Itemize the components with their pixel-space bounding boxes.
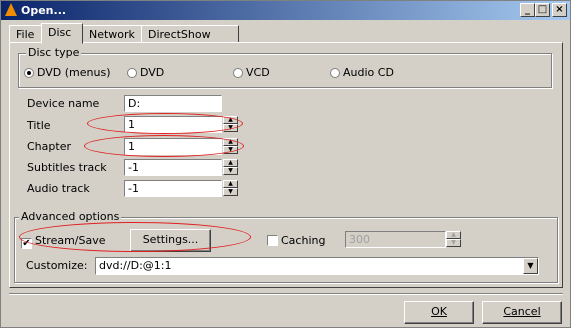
close-button[interactable]: × (552, 3, 567, 17)
chapter-spinner[interactable]: ▲ ▼ (223, 138, 238, 155)
subtitles-track-spinner[interactable]: ▲ ▼ (223, 159, 238, 176)
radio-dvd-menus[interactable]: DVD (menus) (24, 66, 111, 80)
device-name-field[interactable]: D: (124, 95, 222, 112)
separator (9, 293, 563, 295)
radio-dvd[interactable]: DVD (127, 66, 164, 80)
disc-panel: Disc type DVD (menus) DVD VCD Audio CD D… (9, 42, 563, 288)
disc-type-legend: Disc type (26, 46, 82, 59)
disc-type-group: Disc type DVD (menus) DVD VCD Audio CD (18, 46, 552, 88)
cancel-button-label: Cancel (503, 305, 541, 318)
advanced-options-legend: Advanced options (19, 210, 122, 223)
radio-icon (127, 68, 137, 78)
customize-label: Customize: (26, 259, 88, 272)
radio-dvd-label: DVD (140, 66, 165, 79)
open-dialog: Open... _ □ × File Disc Network DirectSh… (0, 0, 571, 328)
radio-icon (233, 68, 243, 78)
maximize-button[interactable]: □ (535, 3, 550, 17)
subtitles-track-field[interactable]: -1 (124, 159, 222, 176)
radio-audio-cd[interactable]: Audio CD (330, 66, 394, 80)
stream-save-checkbox[interactable]: ✔ Stream/Save (21, 234, 106, 249)
caching-spinner[interactable]: ▲ ▼ (446, 231, 461, 248)
ok-button-label: OK (431, 305, 447, 318)
caching-field[interactable]: 300 (345, 231, 446, 248)
spin-down-icon[interactable]: ▼ (223, 124, 238, 132)
caching-label: Caching (281, 234, 326, 247)
spin-down-icon[interactable]: ▼ (223, 188, 238, 196)
window-title: Open... (21, 4, 67, 17)
title-label: Title (27, 119, 51, 132)
stream-save-label: Stream/Save (35, 234, 106, 247)
radio-dvd-menus-label: DVD (menus) (37, 66, 111, 79)
radio-audio-cd-label: Audio CD (343, 66, 394, 79)
ok-button[interactable]: OK (404, 301, 474, 324)
title-bar[interactable]: Open... _ □ × (1, 1, 570, 20)
spin-up-icon[interactable]: ▲ (446, 231, 461, 239)
audio-track-label: Audio track (27, 182, 90, 195)
cancel-button[interactable]: Cancel (482, 301, 562, 324)
spin-up-icon[interactable]: ▲ (223, 159, 238, 167)
tab-file[interactable]: File (9, 25, 43, 43)
checkmark-icon: ✔ (21, 238, 32, 249)
minimize-button[interactable]: _ (520, 3, 535, 17)
title-field[interactable]: 1 (124, 116, 222, 133)
radio-icon (330, 68, 340, 78)
audio-track-field[interactable]: -1 (124, 180, 222, 197)
spin-up-icon[interactable]: ▲ (223, 180, 238, 188)
vlc-cone-icon (5, 3, 17, 16)
spin-down-icon[interactable]: ▼ (446, 239, 461, 247)
spin-down-icon[interactable]: ▼ (223, 146, 238, 154)
radio-selected-icon (24, 68, 34, 78)
radio-vcd[interactable]: VCD (233, 66, 270, 80)
spin-up-icon[interactable]: ▲ (223, 116, 238, 124)
tab-directshow[interactable]: DirectShow (141, 25, 239, 43)
title-spinner[interactable]: ▲ ▼ (223, 116, 238, 133)
device-name-label: Device name (27, 97, 100, 110)
tab-disc[interactable]: Disc (41, 23, 83, 44)
checkbox-icon (267, 235, 278, 246)
subtitles-track-label: Subtitles track (27, 161, 107, 174)
customize-value[interactable]: dvd://D:@1:1 (99, 259, 171, 272)
settings-button[interactable]: Settings... (130, 229, 211, 252)
spin-down-icon[interactable]: ▼ (223, 167, 238, 175)
dropdown-arrow-icon[interactable]: ▼ (523, 258, 538, 274)
audio-track-spinner[interactable]: ▲ ▼ (223, 180, 238, 197)
chapter-field[interactable]: 1 (124, 138, 222, 155)
chapter-label: Chapter (27, 140, 71, 153)
tab-network[interactable]: Network (82, 25, 142, 43)
caching-checkbox[interactable]: Caching (267, 234, 325, 247)
advanced-options-group: Advanced options ✔ Stream/Save Settings..… (14, 210, 558, 283)
radio-vcd-label: VCD (246, 66, 270, 79)
customize-combo[interactable]: dvd://D:@1:1 ▼ (95, 257, 539, 275)
spin-up-icon[interactable]: ▲ (223, 138, 238, 146)
